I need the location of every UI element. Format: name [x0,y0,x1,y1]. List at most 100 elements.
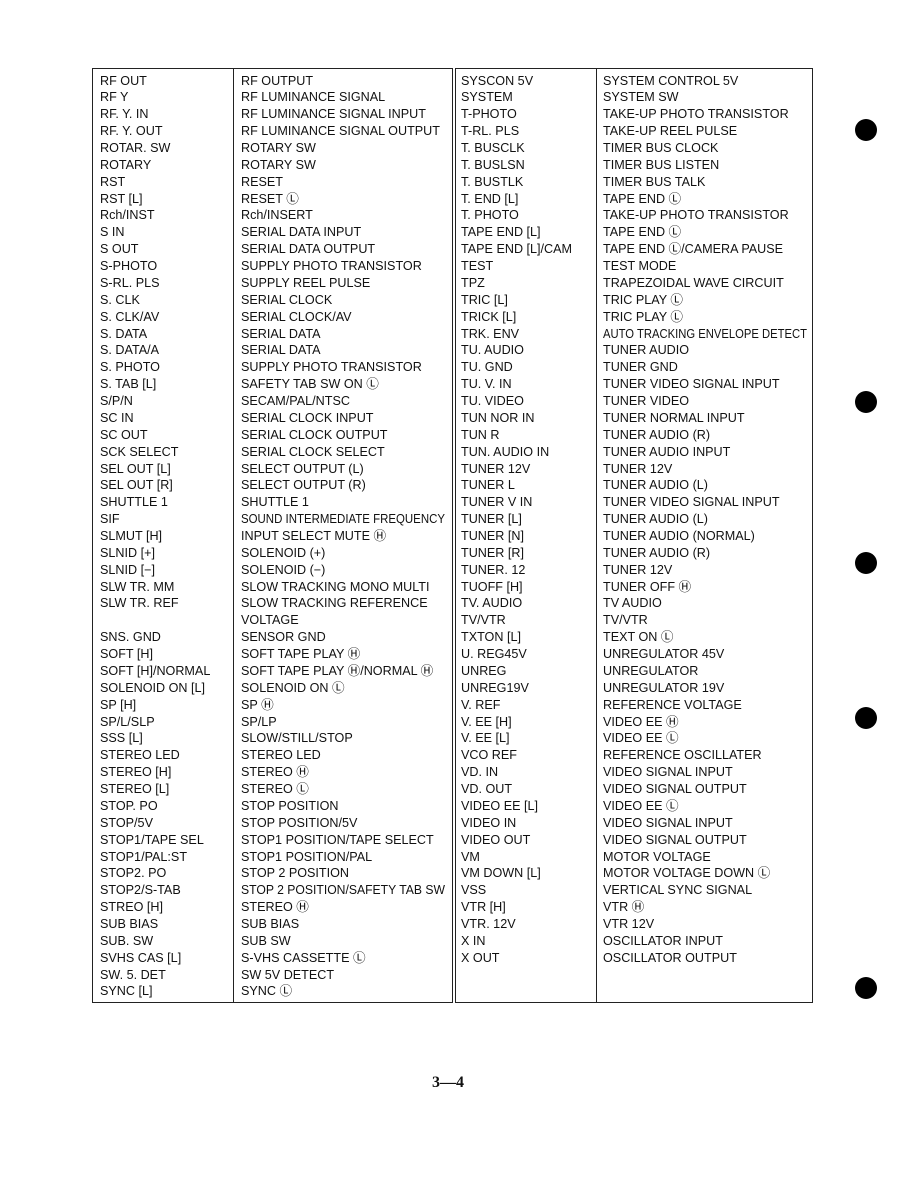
binder-hole-mark [855,552,877,574]
abbreviation: SOFT [H]/NORMAL [100,663,211,678]
abbreviation: UNREG [461,663,507,678]
description: SUB SW [241,933,291,948]
table-row: SLMUT [H] INPUT SELECT MUTE Ⓗ [93,528,452,545]
page-number: 3—4 [432,1074,464,1091]
abbreviation: S OUT [100,242,139,257]
table-row: SEL OUT [L] SELECT OUTPUT (L) [93,461,452,478]
description: SENSOR GND [241,630,326,645]
table-row: TUNER [N] TUNER AUDIO (NORMAL) [456,528,812,545]
abbreviation: T. PHOTO [461,208,519,223]
table-row: RST RESET [93,174,452,191]
description: TIMER BUS LISTEN [603,157,720,172]
description: TUNER AUDIO (R) [603,545,711,560]
description: ROTARY SW [241,157,316,172]
table-row: VD. OUT VIDEO SIGNAL OUTPUT [456,781,812,798]
abbreviation: T. BUSLSN [461,157,525,172]
description: TUNER 12V [603,461,673,476]
description: VTR Ⓗ [603,900,645,915]
abbreviation: S-RL. PLS [100,275,160,290]
abbreviation: V. EE [H] [461,714,512,729]
abbreviation: TU. AUDIO [461,343,524,358]
abbreviation: U. REG45V [461,647,527,662]
description: SERIAL CLOCK [241,292,333,307]
table-row: TUNER V IN TUNER VIDEO SIGNAL INPUT [456,494,812,511]
table-row: T. PHOTO TAKE-UP PHOTO TRANSISTOR [456,207,812,224]
table-row: TUOFF [H] TUNER OFF Ⓗ [456,579,812,596]
table-row: TRIC [L] TRIC PLAY Ⓛ [456,292,812,309]
table-row: VM MOTOR VOLTAGE [456,849,812,866]
table-row: TUN NOR IN TUNER NORMAL INPUT [456,410,812,427]
abbreviation: STREO [H] [100,900,163,915]
table-row: SYSTEM SYSTEM SW [456,89,812,106]
description: SLOW TRACKING MONO MULTI [241,579,430,594]
abbreviation: TUNER [N] [461,528,524,543]
table-row: VIDEO OUT VIDEO SIGNAL OUTPUT [456,832,812,849]
abbreviation: TUNER V IN [461,495,533,510]
table-row: TV. AUDIO TV AUDIO [456,595,812,612]
table-row: STOP2. PO STOP 2 POSITION [93,865,452,882]
description: SYSTEM CONTROL 5V [603,73,739,88]
table-row: SUB BIAS SUB BIAS [93,916,452,933]
table-row: SYNC [L] SYNC Ⓛ [93,983,452,1000]
table-row: TUN. AUDIO IN TUNER AUDIO INPUT [456,444,812,461]
abbreviation: T. BUSTLK [461,174,524,189]
abbreviation: RST [L] [100,191,143,206]
table-row: TU. AUDIO TUNER AUDIO [456,342,812,359]
table-row: VSS VERTICAL SYNC SIGNAL [456,882,812,899]
abbreviation: TUN R [461,427,500,442]
table-row: SOLENOID ON [L] SOLENOID ON Ⓛ [93,680,452,697]
table-row: S. DATA SERIAL DATA [93,326,452,343]
description: TAPE END Ⓛ/CAMERA PAUSE [603,242,784,257]
table-row: SHUTTLE 1 SHUTTLE 1 [93,494,452,511]
description: INPUT SELECT MUTE Ⓗ [241,528,387,543]
table-row: SLW TR. MM SLOW TRACKING MONO MULTI [93,579,452,596]
abbreviation: STOP/5V [100,815,153,830]
description: SYNC Ⓛ [241,984,293,999]
description: RF LUMINANCE SIGNAL OUTPUT [241,124,440,139]
table-row: UNREG UNREGULATOR [456,663,812,680]
description: TAKE-UP PHOTO TRANSISTOR [603,208,789,223]
description: VIDEO SIGNAL OUTPUT [603,782,747,797]
description: AUTO TRACKING ENVELOPE DETECT [603,326,807,341]
abbreviation: VSS [461,883,487,898]
description: SERIAL DATA INPUT [241,225,362,240]
abbreviation: STEREO LED [100,748,180,763]
table-row: VOLTAGE [93,612,452,629]
description: TUNER AUDIO (NORMAL) [603,528,755,543]
abbreviation: RF. Y. IN [100,107,149,122]
description: SERIAL CLOCK OUTPUT [241,427,388,442]
abbreviation: TUOFF [H] [461,579,523,594]
abbreviation: SIF [100,512,120,527]
abbreviation: VCO REF [461,748,517,763]
description: TUNER AUDIO (R) [603,427,711,442]
table-row: STREO [H] STEREO Ⓗ [93,899,452,916]
abbreviation: S. DATA/A [100,343,160,358]
abbreviation: TUN NOR IN [461,410,535,425]
table-row: TU. GND TUNER GND [456,359,812,376]
table-row: SIF SOUND INTERMEDIATE FREQUENCY [93,511,452,528]
abbreviation: VIDEO OUT [461,832,531,847]
table-row: STOP1/TAPE SEL STOP1 POSITION/TAPE SELECT [93,832,452,849]
table-row: VIDEO EE [L] VIDEO EE Ⓛ [456,798,812,815]
table-row: TUNER [R] TUNER AUDIO (R) [456,545,812,562]
table-row: SCK SELECT SERIAL CLOCK SELECT [93,444,452,461]
table-row: TUNER 12V TUNER 12V [456,461,812,478]
table-row: STOP1/PAL:ST STOP1 POSITION/PAL [93,849,452,866]
binder-hole-mark [855,119,877,141]
table-row: V. EE [L] VIDEO EE Ⓛ [456,730,812,747]
abbreviation: SSS [L] [100,731,143,746]
description: VIDEO EE Ⓛ [603,731,679,746]
description: TEST MODE [603,259,677,274]
abbreviation: SLNID [−] [100,562,155,577]
abbreviation: TEST [461,259,494,274]
description: MOTOR VOLTAGE DOWN Ⓛ [603,866,771,881]
abbreviation: SHUTTLE 1 [100,495,168,510]
description: VERTICAL SYNC SIGNAL [603,883,753,898]
abbreviation: TV/VTR [461,613,506,628]
table-row: SP/L/SLP SP/LP [93,714,452,731]
description: TUNER VIDEO SIGNAL INPUT [603,377,780,392]
description: RESET [241,174,283,189]
description: STOP1 POSITION/TAPE SELECT [241,832,434,847]
description: SERIAL DATA [241,343,321,358]
abbreviation: TUNER [R] [461,545,524,560]
